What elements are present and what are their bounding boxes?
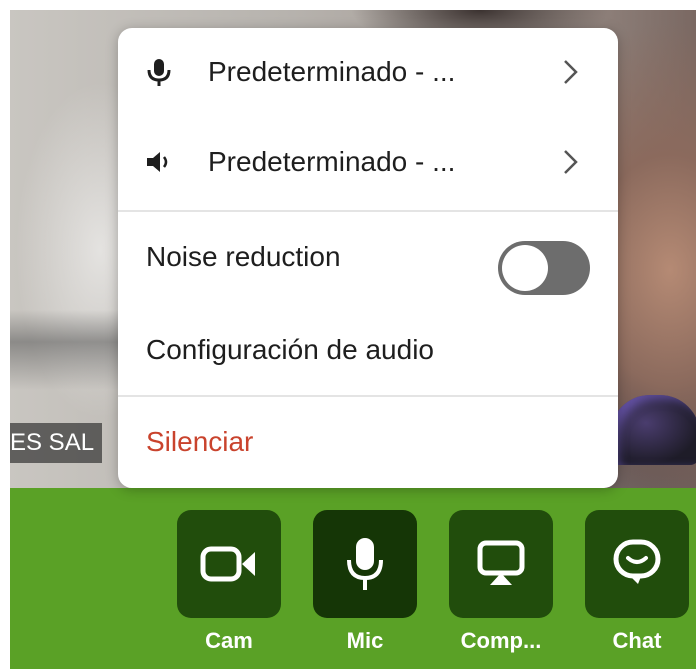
- microphone-device-selector[interactable]: Predeterminado - ...: [118, 28, 618, 116]
- camera-button-label: Cam: [205, 628, 253, 653]
- mute-item[interactable]: Silenciar: [118, 398, 618, 486]
- microphone-device-label: Predeterminado - ...: [208, 56, 456, 87]
- chat-button-label: Chat: [612, 628, 662, 653]
- screen-share-button-label: Comp...: [460, 628, 542, 653]
- microphone-icon: [347, 538, 383, 590]
- toggle-knob: [502, 245, 548, 291]
- noise-reduction-toggle[interactable]: [498, 241, 590, 295]
- speaker-icon: [147, 152, 168, 172]
- audio-settings-item[interactable]: Configuración de audio: [118, 306, 618, 394]
- audio-options-menu: Predeterminado - ... Predeterminado - ..…: [118, 28, 618, 488]
- chat-icon: [613, 539, 661, 584]
- chat-button[interactable]: Chat: [585, 510, 689, 653]
- screen-share-icon: [477, 540, 525, 585]
- meeting-toolbar: Cam Mic Comp... Chat: [10, 488, 696, 669]
- menu-divider: [118, 210, 618, 212]
- camera-button[interactable]: Cam: [177, 510, 281, 653]
- mute-label: Silenciar: [146, 426, 254, 457]
- speaker-device-label: Predeterminado - ...: [208, 146, 456, 177]
- chevron-right-icon: [564, 150, 578, 174]
- participant-name-tag: ES SAL: [10, 423, 103, 463]
- screen-share-button[interactable]: Comp...: [449, 510, 553, 653]
- audio-settings-label: Configuración de audio: [146, 334, 434, 365]
- camera-icon: [200, 546, 255, 582]
- microphone-button-label: Mic: [346, 628, 384, 653]
- video-participant-headset: [610, 395, 696, 465]
- noise-reduction-row: Noise reduction: [118, 213, 618, 301]
- microphone-icon: [147, 59, 171, 86]
- microphone-button[interactable]: Mic: [313, 510, 417, 653]
- noise-reduction-label: Noise reduction: [146, 241, 341, 272]
- menu-divider: [118, 395, 618, 397]
- chevron-right-icon: [564, 60, 578, 84]
- speaker-device-selector[interactable]: Predeterminado - ...: [118, 118, 618, 206]
